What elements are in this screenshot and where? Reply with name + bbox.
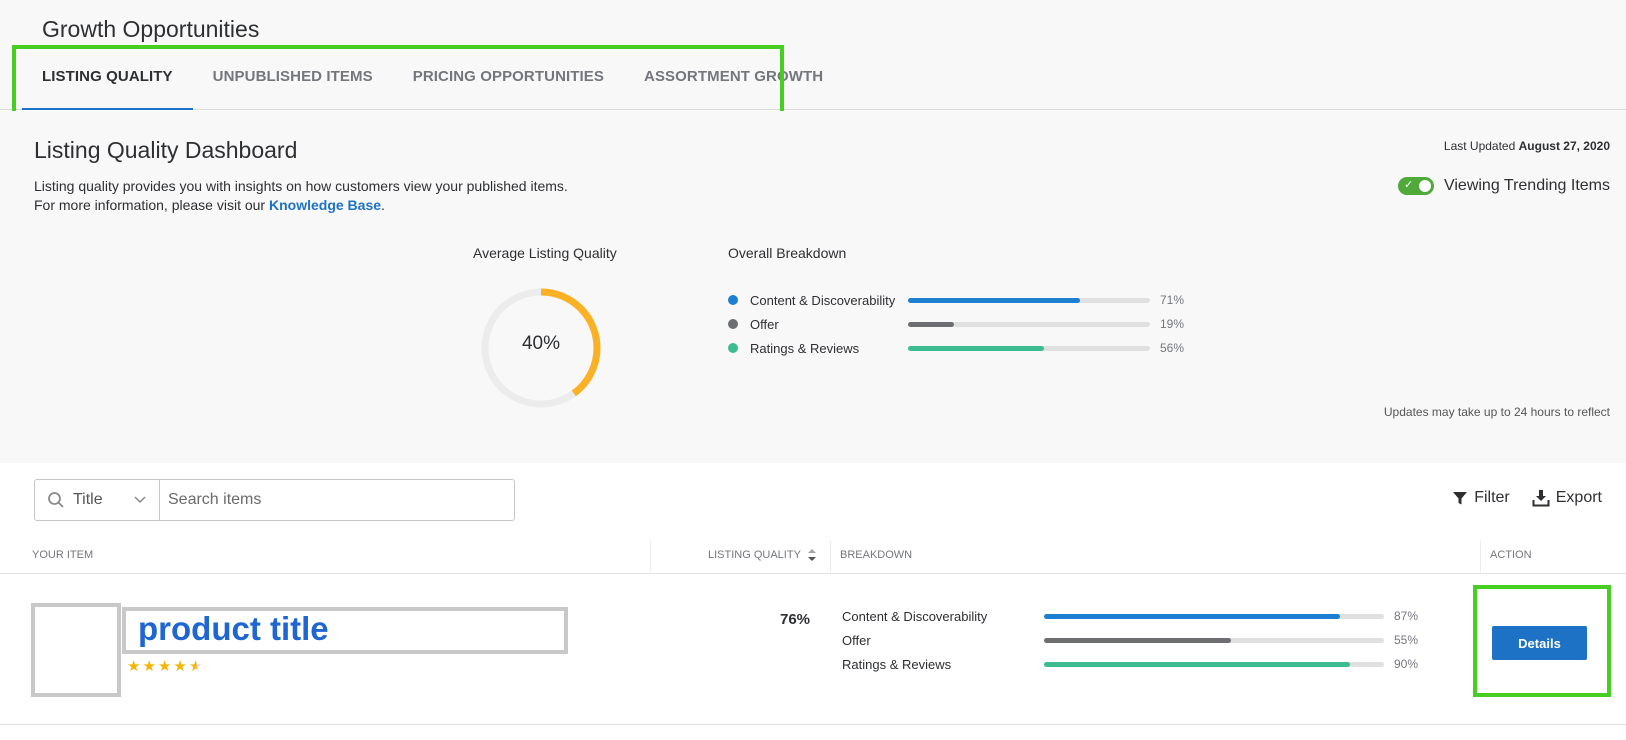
- toggle-label: Viewing Trending Items: [1443, 177, 1610, 194]
- search-type-select[interactable]: Title: [35, 480, 160, 520]
- breakdown-row: Ratings & Reviews 56%: [728, 338, 1184, 358]
- tabs-highlight-box: [12, 45, 784, 117]
- row-breakdown-percent: 55%: [1394, 633, 1419, 647]
- knowledge-base-link[interactable]: Knowledge Base: [269, 197, 381, 213]
- row-breakdown-bar: [1044, 661, 1384, 667]
- search-box: Title: [34, 479, 515, 521]
- row-breakdown-bar: [1044, 613, 1384, 619]
- row-breakdown-percent: 90%: [1394, 657, 1419, 671]
- description-suffix: .: [381, 197, 385, 213]
- table-actions: Filter Export: [1452, 489, 1602, 507]
- row-breakdown-item: Content & Discoverability 87%: [842, 606, 1418, 626]
- breakdown-percent: 56%: [1160, 341, 1185, 355]
- breakdown-percent: 71%: [1160, 293, 1185, 307]
- header-listing-quality[interactable]: LISTING QUALITY: [708, 536, 817, 574]
- row-breakdown-label: Offer: [842, 632, 871, 648]
- star-icon: ★: [173, 658, 189, 675]
- row-breakdown-label: Ratings & Reviews: [842, 656, 952, 672]
- row-breakdown-bar-fill: [1044, 661, 1350, 667]
- chevron-down-icon: [134, 496, 146, 504]
- row-breakdown-bar-fill: [1044, 637, 1231, 643]
- last-updated: Last Updated August 27, 2020: [1444, 139, 1610, 153]
- star-icon: ★: [157, 658, 174, 675]
- product-thumbnail[interactable]: [31, 603, 121, 697]
- breakdown-bar-fill: [908, 297, 1080, 303]
- breakdown-bar: [908, 321, 1150, 327]
- breakdown-label: Ratings & Reviews: [750, 340, 860, 356]
- breakdown-bar: [908, 297, 1150, 303]
- updates-note: Updates may take up to 24 hours to refle…: [1383, 405, 1610, 419]
- star-icon: ★: [142, 658, 158, 675]
- average-quality-value: 40%: [521, 333, 561, 354]
- export-label: Export: [1555, 489, 1602, 506]
- half-star-icon: ★: [188, 658, 205, 675]
- filter-label: Filter: [1474, 489, 1510, 506]
- trending-toggle[interactable]: ✓: [1397, 177, 1434, 195]
- star-rating: ★★★★★: [127, 657, 204, 675]
- description-line-2: For more information, please visit our K…: [34, 196, 568, 215]
- breakdown-dot: [728, 343, 738, 353]
- table-row: product title ★★★★★ 76% Content & Discov…: [0, 575, 1626, 725]
- row-breakdown-percent: 87%: [1394, 609, 1419, 623]
- last-updated-date: August 27, 2020: [1518, 139, 1610, 153]
- breakdown-bar: [908, 345, 1150, 351]
- row-breakdown-item: Offer 55%: [842, 630, 1418, 650]
- breakdown-dot: [728, 319, 738, 329]
- dashboard-title: Listing Quality Dashboard: [34, 137, 298, 163]
- breakdown-row: Offer 19%: [728, 314, 1184, 334]
- page-title: Growth Opportunities: [42, 16, 260, 42]
- row-breakdown-item: Ratings & Reviews 90%: [842, 654, 1418, 674]
- star-icon: ★: [127, 658, 143, 675]
- row-breakdown-bar-fill: [1044, 613, 1340, 619]
- description-line-1: Listing quality provides you with insigh…: [34, 178, 568, 194]
- header-action: ACTION: [1490, 549, 1532, 561]
- breakdown-percent: 19%: [1160, 317, 1185, 331]
- header-your-item: YOUR ITEM: [32, 549, 94, 561]
- last-updated-label: Last Updated: [1443, 139, 1516, 153]
- header-separator: [650, 540, 651, 572]
- row-breakdown-label: Content & Discoverability: [842, 608, 988, 624]
- listing-quality-value: 76%: [780, 611, 811, 628]
- table-header: YOUR ITEM LISTING QUALITY BREAKDOWN ACTI…: [0, 536, 1626, 574]
- breakdown-bar-fill: [908, 321, 954, 327]
- product-title[interactable]: product title: [138, 610, 329, 648]
- average-quality-label: Average Listing Quality: [473, 245, 617, 261]
- search-type-value: Title: [73, 491, 103, 508]
- export-button[interactable]: Export: [1532, 489, 1602, 507]
- download-icon: [1532, 490, 1550, 507]
- action-highlight-box: [1473, 585, 1611, 697]
- header-breakdown: BREAKDOWN: [840, 549, 913, 561]
- header-separator: [830, 540, 831, 572]
- breakdown-dot: [728, 295, 738, 305]
- trending-toggle-wrap: ✓ Viewing Trending Items: [1397, 177, 1610, 195]
- check-icon: ✓: [1403, 179, 1414, 191]
- header-listing-quality-label: LISTING QUALITY: [708, 549, 801, 561]
- breakdown-label: Offer: [750, 316, 779, 332]
- header-separator: [1480, 540, 1481, 572]
- filter-icon: [1453, 492, 1468, 505]
- breakdown-label: Content & Discoverability: [750, 292, 896, 308]
- sort-icon: [807, 549, 816, 562]
- search-input[interactable]: [160, 481, 514, 519]
- row-breakdown-bar: [1044, 637, 1384, 643]
- toggle-knob: [1418, 180, 1431, 192]
- dashboard-description: Listing quality provides you with insigh…: [34, 177, 568, 215]
- description-prefix: For more information, please visit our: [34, 197, 266, 213]
- breakdown-row: Content & Discoverability 71%: [728, 290, 1184, 310]
- breakdown-bar-fill: [908, 345, 1044, 351]
- dashboard-panel: Listing Quality Dashboard Listing qualit…: [0, 111, 1626, 463]
- search-icon: [48, 492, 64, 508]
- breakdown-title: Overall Breakdown: [728, 245, 847, 261]
- filter-button[interactable]: Filter: [1452, 489, 1510, 507]
